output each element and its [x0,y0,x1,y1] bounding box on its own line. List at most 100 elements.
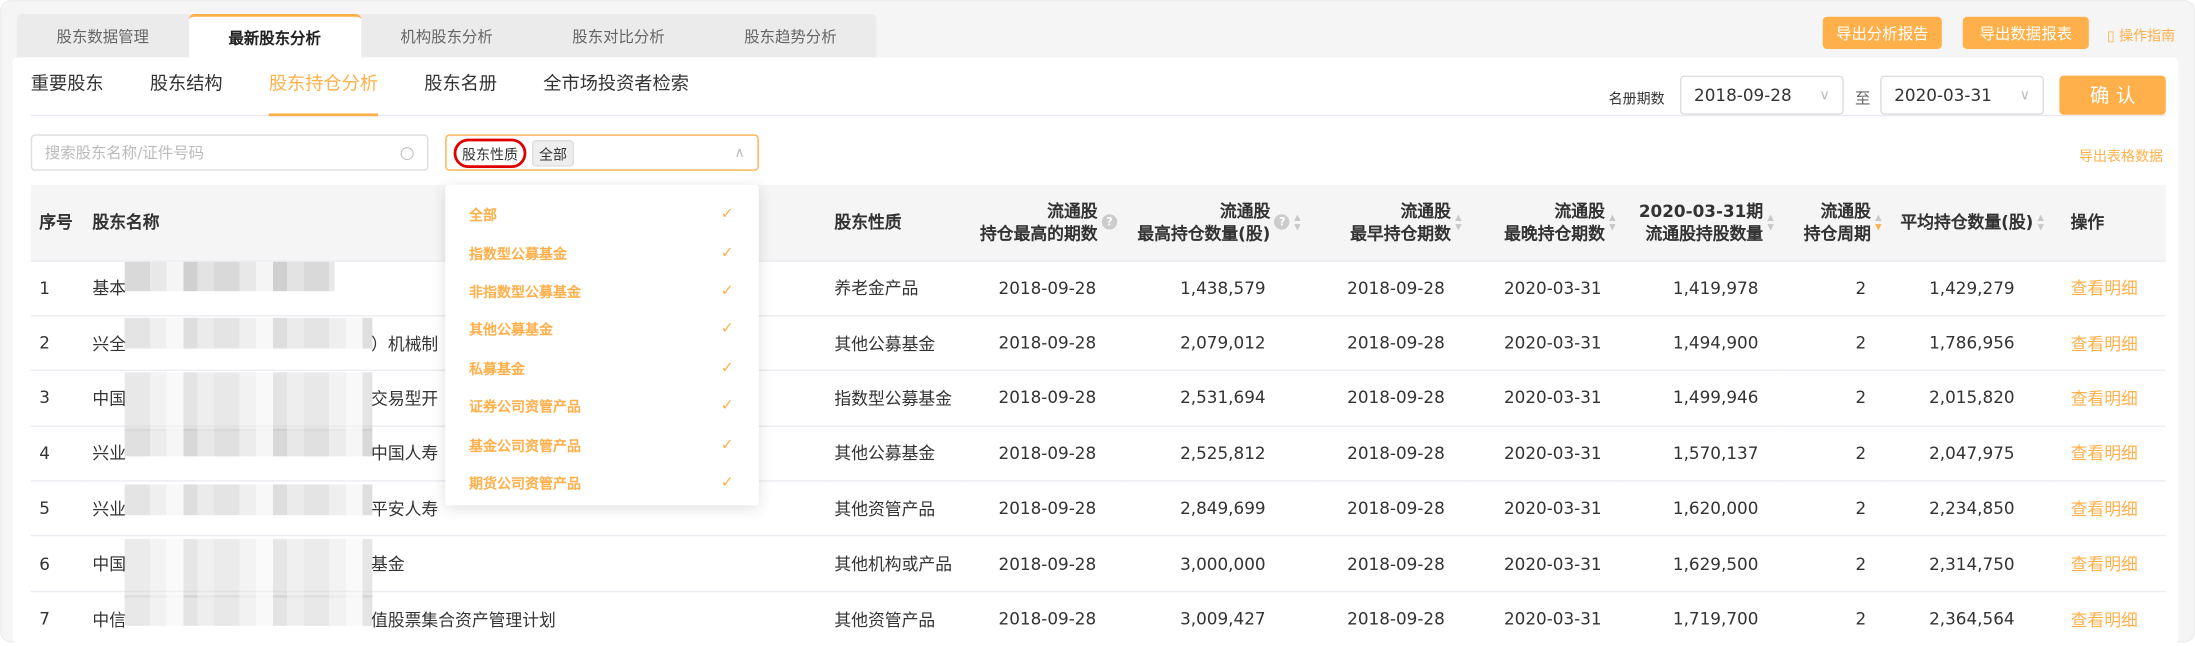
confirm-button[interactable]: 确 认 [2059,75,2166,115]
dropdown-option[interactable]: 私募基金 ✓ [445,348,759,386]
period-from-select[interactable]: 2018-09-28 ∨ [1680,75,1844,115]
guide-link[interactable]: ▯ 操作指南 [2107,24,2176,45]
top-tab[interactable]: 股东数据管理 [17,14,189,57]
check-icon: ✓ [720,473,734,492]
sort-icon[interactable]: ▲ ▼ [1294,212,1300,232]
option-label: 非指数型公募基金 [469,285,581,301]
cell-max: 3,000,000 [1121,535,1318,592]
view-detail-link[interactable]: 查看明细 [2052,259,2166,316]
cell-peak: 2018-09-28 [967,535,1122,592]
view-detail-link[interactable]: 查看明细 [2052,425,2166,481]
sub-tab[interactable]: 股东名册 [424,71,497,116]
top-tab[interactable]: 股东对比分析 [533,14,705,57]
name-end: ）机械制 [371,334,439,354]
name-start: 兴全 [92,334,127,354]
cell-last: 2020-03-31 [1464,590,1619,646]
cell-first: 2018-09-28 [1317,590,1465,646]
cell-first: 2018-09-28 [1317,259,1465,316]
dropdown-option[interactable]: 其他公募基金 ✓ [445,310,759,348]
view-detail-link[interactable]: 查看明细 [2052,535,2166,592]
header-line: 持仓最高的期数 [979,223,1098,244]
export-report-button[interactable]: 导出分析报告 [1822,16,1942,49]
info-icon[interactable]: ? [1274,214,1290,230]
shareholder-type-dropdown: 全部 ✓ 指数型公募基金 ✓ 非指数型公募基金 ✓ 其他公募基金 ✓ 私募基金 ✓ 证券公司资管产品… [445,184,759,506]
sort-icon[interactable]: ▲ ▼ [1875,212,1881,232]
sub-tab[interactable]: 全市场投资者检索 [543,71,689,116]
sub-tabs: 重要股东 股东结构 股东持仓分析 股东名册 全市场投资者检索 [30,71,2166,117]
guide-label: 操作指南 [2119,29,2176,45]
name-start: 中国 [92,554,127,575]
col-average[interactable]: 平均持仓数量(股) ▲ ▼ [1884,184,2053,261]
top-tab[interactable]: 股东趋势分析 [704,14,876,57]
name-start: 中国 [92,389,127,409]
sort-icon[interactable]: ▲ ▼ [1609,212,1615,232]
sort-icon[interactable]: ▲ ▼ [1455,212,1461,232]
cell-cycle: 2 [1776,369,1885,426]
cell-average: 2,047,975 [1884,425,2053,481]
cell-last: 2020-03-31 [1464,425,1619,481]
header-line: 平均持仓数量(股) [1900,212,2034,233]
cell-first: 2018-09-28 [1317,425,1465,481]
period-from-value: 2018-09-28 [1694,85,1792,105]
col-last-period[interactable]: 流通股 最晚持仓期数 ▲ ▼ [1464,184,1619,261]
cell-current: 1,629,500 [1618,535,1777,592]
redacted-mask [124,539,373,598]
top-tab[interactable]: 机构股东分析 [361,14,533,57]
chevron-down-icon: ∨ [1819,87,1830,103]
cell-cycle: 2 [1776,535,1885,592]
top-tab[interactable]: 最新股东分析 [188,14,361,58]
col-max-holding[interactable]: 流通股 最高持仓数量(股)? ▲ ▼ [1121,184,1318,261]
sort-icon[interactable]: ▲ ▼ [1767,212,1773,232]
sub-tab[interactable]: 股东持仓分析 [268,71,379,117]
col-peak-period[interactable]: 流通股 持仓最高的期数? [967,184,1122,261]
col-current-holding[interactable]: 2020-03-31期 流通股持股数量 ▲ ▼ [1618,184,1777,261]
view-detail-link[interactable]: 查看明细 [2052,480,2166,537]
col-cycle[interactable]: 流通股 持仓周期 ▲ ▼ [1776,184,1885,261]
header-line: 2020-03-31期 [1638,201,1764,221]
header-line: 持仓周期 [1803,223,1871,244]
search-input[interactable]: 搜索股东名称/证件号码 ○ [30,134,429,171]
export-table-link[interactable]: 导出表格数据 [2079,144,2163,165]
phone-icon: ▯ [2107,29,2115,45]
cell-current: 1,499,946 [1618,369,1777,426]
col-first-period[interactable]: 流通股 最早持仓期数 ▲ ▼ [1317,184,1465,261]
option-label: 私募基金 [469,362,525,378]
cell-peak: 2018-09-28 [967,590,1122,646]
dropdown-option[interactable]: 证券公司资管产品 ✓ [445,386,759,424]
sub-tab[interactable]: 股东结构 [150,71,223,116]
cell-no: 5 [30,480,86,537]
info-icon[interactable]: ? [1101,214,1118,230]
dropdown-option[interactable]: 期货公司资管产品 ✓ [445,463,759,501]
name-start: 兴业 [92,444,127,464]
view-detail-link[interactable]: 查看明细 [2052,590,2166,646]
name-end: 交易型开 [371,389,439,409]
cell-cycle: 2 [1776,590,1885,646]
cell-type: 养老金产品 [827,259,968,316]
search-placeholder: 搜索股东名称/证件号码 [44,144,205,163]
sort-icon[interactable]: ▲ ▼ [2038,212,2044,232]
sub-tab[interactable]: 重要股东 [31,71,104,116]
table-row: 1 基本 养老金产品 2018-09-28 1,438,579 2018-09-… [30,259,2166,316]
dropdown-option[interactable]: 指数型公募基金 ✓ [445,233,759,271]
dropdown-option[interactable]: 基金公司资管产品 ✓ [445,425,759,463]
col-operation: 操作 [2052,184,2166,261]
export-data-button[interactable]: 导出数据报表 [1962,16,2089,49]
top-tab-bar: 股东数据管理 最新股东分析 机构股东分析 股东对比分析 股东趋势分析 [16,14,877,58]
name-start: 基本 [92,278,127,299]
dropdown-option[interactable]: 全部 ✓ [445,195,759,233]
period-to-select[interactable]: 2020-03-31 ∨ [1880,75,2044,115]
dropdown-option[interactable]: 非指数型公募基金 ✓ [445,271,759,309]
view-detail-link[interactable]: 查看明细 [2052,314,2166,371]
shareholder-type-select[interactable]: 股东性质 全部 ∧ [445,134,759,171]
selected-tag[interactable]: 全部 [532,139,574,166]
option-label: 证券公司资管产品 [469,400,581,416]
cell-no: 6 [30,535,86,592]
check-icon: ✓ [720,434,734,453]
view-detail-link[interactable]: 查看明细 [2052,369,2166,426]
cell-current: 1,570,137 [1618,425,1777,481]
cell-average: 2,015,820 [1884,369,2053,426]
cell-first: 2018-09-28 [1317,535,1465,592]
option-label: 基金公司资管产品 [469,438,581,455]
app-window: 股东数据管理 最新股东分析 机构股东分析 股东对比分析 股东趋势分析 导出分析报告 导出… [0,0,2195,646]
header-line: 流通股 [1820,201,1871,221]
